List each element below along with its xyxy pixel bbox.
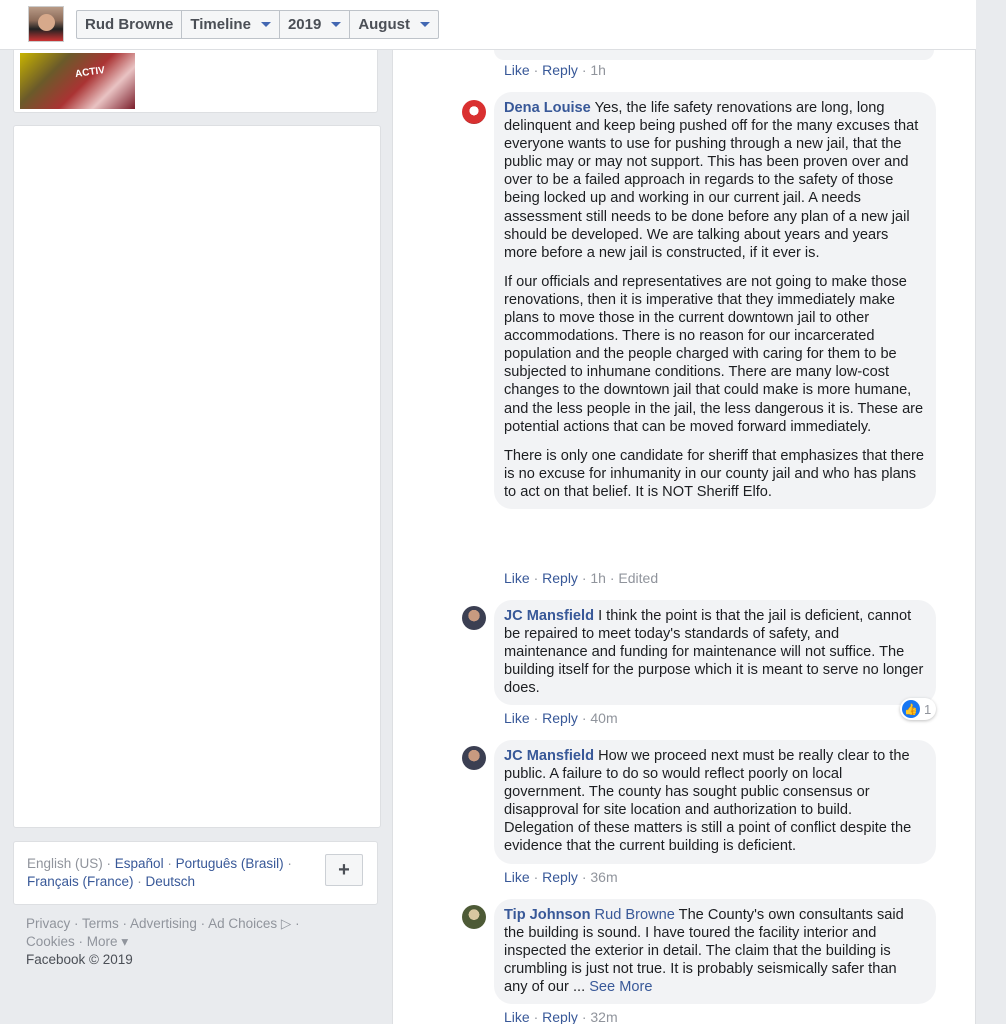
add-language-button[interactable]: + [325,854,363,886]
comment-actions: Like · Reply · 40m [504,710,618,726]
timeline-sticky-header: Rud Browne Timeline 2019 August [0,0,976,50]
section-dropdown[interactable]: Timeline [182,11,280,38]
comment-time[interactable]: 40m [590,710,617,726]
copyright: Facebook © 2019 [26,952,133,967]
reply-link[interactable]: Reply [542,710,578,726]
previous-comment-bubble [494,50,934,60]
language-list: English (US) · Español · Português (Bras… [27,856,292,889]
footer-links: Privacy · Terms · Advertising · Ad Choic… [26,916,300,967]
profile-name: Rud Browne [85,16,174,33]
like-link[interactable]: Like [504,62,530,78]
reply-link[interactable]: Reply [542,869,578,885]
comment-actions: Like · Reply · 32m [504,1009,618,1024]
language-link-fr[interactable]: Français (France) [27,874,134,889]
comment-bubble: JC Mansfield I think the point is that t… [494,600,936,706]
comment-paragraph: There is only one candidate for sheriff … [504,447,924,500]
comment-time[interactable]: 1h [590,570,606,586]
commenter-avatar[interactable] [462,746,486,770]
mention-link[interactable]: Rud Browne [595,907,675,923]
edited-label[interactable]: Edited [618,570,658,586]
thumbs-up-icon: 👍 [902,700,920,718]
language-link-de[interactable]: Deutsch [146,874,196,889]
comment-author[interactable]: JC Mansfield [504,608,594,624]
reaction-count: 1 [924,701,932,717]
ad-choices-icon: ▷ [280,916,292,931]
comment-time[interactable]: 32m [590,1009,617,1024]
profile-name-link[interactable]: Rud Browne [77,11,183,38]
photos-card [13,40,378,113]
footer-link-more[interactable]: More [87,934,118,949]
like-link[interactable]: Like [504,1009,530,1024]
footer-link-cookies[interactable]: Cookies [26,934,75,949]
month-label: August [358,16,410,33]
comment-time: 1h [590,62,606,78]
caret-down-icon: ▾ [121,934,129,949]
reply-link[interactable]: Reply [542,570,578,586]
comment-author[interactable]: JC Mansfield [504,748,594,764]
timeline-navigation: Rud Browne Timeline 2019 August [76,10,439,39]
reply-link[interactable]: Reply [542,62,578,78]
reaction-count-badge[interactable]: 👍 1 [900,698,936,720]
commenter-avatar[interactable] [462,606,486,630]
language-link-pt[interactable]: Português (Brasil) [176,856,284,871]
profile-avatar[interactable] [28,6,64,42]
see-more-link[interactable]: See More [589,979,652,995]
like-link[interactable]: Like [504,869,530,885]
protest-photo-thumbnail[interactable] [20,53,135,109]
commenter-avatar[interactable] [462,100,486,124]
footer-link-privacy[interactable]: Privacy [26,916,70,931]
caret-down-icon [331,22,342,27]
comment-paragraph: Yes, the life safety renovations are lon… [504,100,919,261]
footer-link-terms[interactable]: Terms [82,916,119,931]
like-link[interactable]: Like [504,570,530,586]
comment-author[interactable]: Dena Louise [504,100,591,116]
caret-down-icon [419,22,430,27]
comment-bubble: Dena Louise Yes, the life safety renovat… [494,92,936,509]
footer-link-ad-choices[interactable]: Ad Choices [208,916,277,931]
previous-comment-actions: Like · Reply · 1h [504,62,606,78]
comment-bubble: Tip Johnson Rud Browne The County's own … [494,899,936,1005]
empty-sidebar-card [13,125,381,828]
year-label: 2019 [287,16,322,33]
section-label: Timeline [190,16,251,33]
comment-actions: Like · Reply · 1h · Edited [504,570,659,586]
month-dropdown[interactable]: August [350,11,438,38]
current-language: English (US) [27,856,103,871]
reply-link[interactable]: Reply [542,1009,578,1024]
comment-paragraph: If our officials and representatives are… [504,273,924,435]
footer-link-advertising[interactable]: Advertising [130,916,197,931]
caret-down-icon [260,22,271,27]
comment-actions: Like · Reply · 36m [504,869,618,885]
comment-author[interactable]: Tip Johnson [504,907,590,923]
language-link-es[interactable]: Español [115,856,164,871]
language-selector-card: English (US) · Español · Português (Bras… [13,841,378,905]
year-dropdown[interactable]: 2019 [280,11,351,38]
comment-bubble: JC Mansfield How we proceed next must be… [494,740,936,864]
comment-time[interactable]: 36m [590,869,617,885]
commenter-avatar[interactable] [462,905,486,929]
like-link[interactable]: Like [504,710,530,726]
